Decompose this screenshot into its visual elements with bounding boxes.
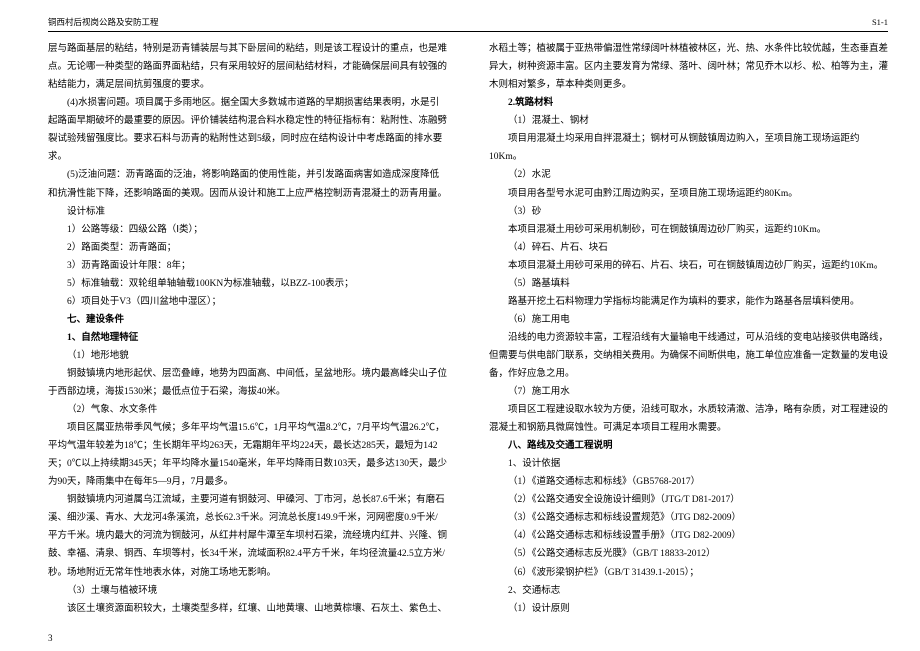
sub-item: （1）设计原则 — [489, 600, 888, 618]
sub-item: 1、设计依据 — [489, 455, 888, 473]
page-number: 3 — [48, 630, 53, 647]
page-header: 铜西村后视岗公路及安防工程 S1-1 — [48, 14, 888, 32]
two-column-layout: 层与路面基层的粘结，特别是沥青铺装层与其下卧层间的粘结，则是该工程设计的重点，也… — [48, 40, 888, 618]
sub-item: （4）碎石、片石、块石 — [489, 239, 888, 257]
list-item: 6）项目处于V3（四川盆地中湿区）； — [48, 293, 447, 311]
paragraph: 水稻土等；植被属于亚热带偏湿性常绿阔叶林植被林区，光、热、水条件比较优越，生态垂… — [489, 40, 888, 94]
sub-item: （2）气象、水文条件 — [48, 401, 447, 419]
reference-item: （2）《公路交通安全设施设计细则》（JTG/T D81-2017） — [489, 491, 888, 509]
section-heading: 八、路线及交通工程说明 — [489, 437, 888, 455]
sub-item: （2）水泥 — [489, 166, 888, 184]
paragraph: 项目区工程建设取水较为方便，沿线可取水，水质较清澈、洁净，略有杂质，对工程建设的… — [489, 401, 888, 437]
reference-item: （5）《公路交通标志反光膜》（GB/T 18833-2012） — [489, 545, 888, 563]
paragraph: 路基开挖土石料物理力学指标均能满足作为填料的要求，能作为路基各层填料使用。 — [489, 293, 888, 311]
section-heading: 2.筑路材料 — [489, 94, 888, 112]
header-left: 铜西村后视岗公路及安防工程 — [48, 14, 159, 30]
paragraph: 该区土壤资源面积较大，土壤类型多样，红壤、山地黄壤、山地黄棕壤、石灰土、紫色土、 — [48, 600, 447, 618]
paragraph: 本项目混凝土用砂可采用机制砂，可在铜鼓镇周边砂厂购买，运距约10Km。 — [489, 221, 888, 239]
paragraph: (4)水损害问题。项目属于多雨地区。据全国大多数城市道路的早期损害结果表明，水是… — [48, 94, 447, 166]
reference-item: （1）《道路交通标志和标线》（GB5768-2017） — [489, 473, 888, 491]
paragraph: 层与路面基层的粘结，特别是沥青铺装层与其下卧层间的粘结，则是该工程设计的重点，也… — [48, 40, 447, 94]
paragraph: 铜鼓镇境内地形起伏、层峦叠嶂，地势为四面高、中间低，呈盆地形。境内最高峰尖山子位… — [48, 365, 447, 401]
sub-item: （3）土壤与植被环境 — [48, 582, 447, 600]
column-right: 水稻土等；植被属于亚热带偏湿性常绿阔叶林植被林区，光、热、水条件比较优越，生态垂… — [489, 40, 888, 618]
header-right: S1-1 — [872, 14, 888, 30]
paragraph: (5)泛油问题：沥青路面的泛油，将影响路面的使用性能，并引发路面病害如造成深度降… — [48, 166, 447, 202]
list-item: 3）沥青路面设计年限：8年； — [48, 257, 447, 275]
sub-item: （3）砂 — [489, 203, 888, 221]
sub-item: （1）地形地貌 — [48, 347, 447, 365]
paragraph: 沿线的电力资源较丰富，工程沿线有大量输电干线通过，可从沿线的变电站接驳供电路线，… — [489, 329, 888, 383]
section-heading: 七、建设条件 — [48, 311, 447, 329]
paragraph: 项目用各型号水泥可由黔江周边购买，至项目施工现场运距约80Km。 — [489, 185, 888, 203]
list-item: 2）路面类型：沥青路面； — [48, 239, 447, 257]
list-item: 1）公路等级：四级公路（Ⅰ类）； — [48, 221, 447, 239]
sub-item: （1）混凝土、钢材 — [489, 112, 888, 130]
column-left: 层与路面基层的粘结，特别是沥青铺装层与其下卧层间的粘结，则是该工程设计的重点，也… — [48, 40, 447, 618]
paragraph: 铜鼓镇境内河道属乌江流域，主要河道有铜鼓河、甲磉河、丁市河，总长87.6千米；有… — [48, 491, 447, 581]
reference-item: （3）《公路交通标志和标线设置规范》（JTG D82-2009） — [489, 509, 888, 527]
reference-item: （6）《波形梁钢护栏》（GB/T 31439.1-2015）； — [489, 564, 888, 582]
paragraph: 本项目混凝土用砂可采用的碎石、片石、块石，可在铜鼓镇周边砂厂购买，运距约10Km… — [489, 257, 888, 275]
sub-item: （6）施工用电 — [489, 311, 888, 329]
paragraph: 项目区属亚热带季风气候；多年平均气温15.6℃，1月平均气温8.2℃，7月平均气… — [48, 419, 447, 491]
paragraph: 项目用混凝土均采用自拌混凝土；钢材可从铜鼓镇周边购入，至项目施工现场运距约10K… — [489, 130, 888, 166]
subheading: 设计标准 — [48, 203, 447, 221]
sub-item: （5）路基填料 — [489, 275, 888, 293]
sub-item: 2、交通标志 — [489, 582, 888, 600]
reference-item: （4）《公路交通标志和标线设置手册》（JTG D82-2009） — [489, 527, 888, 545]
list-item: 5）标准轴载：双轮组单轴轴载100KN为标准轴载，以BZZ-100表示； — [48, 275, 447, 293]
sub-item: （7）施工用水 — [489, 383, 888, 401]
sub-heading: 1、自然地理特征 — [48, 329, 447, 347]
